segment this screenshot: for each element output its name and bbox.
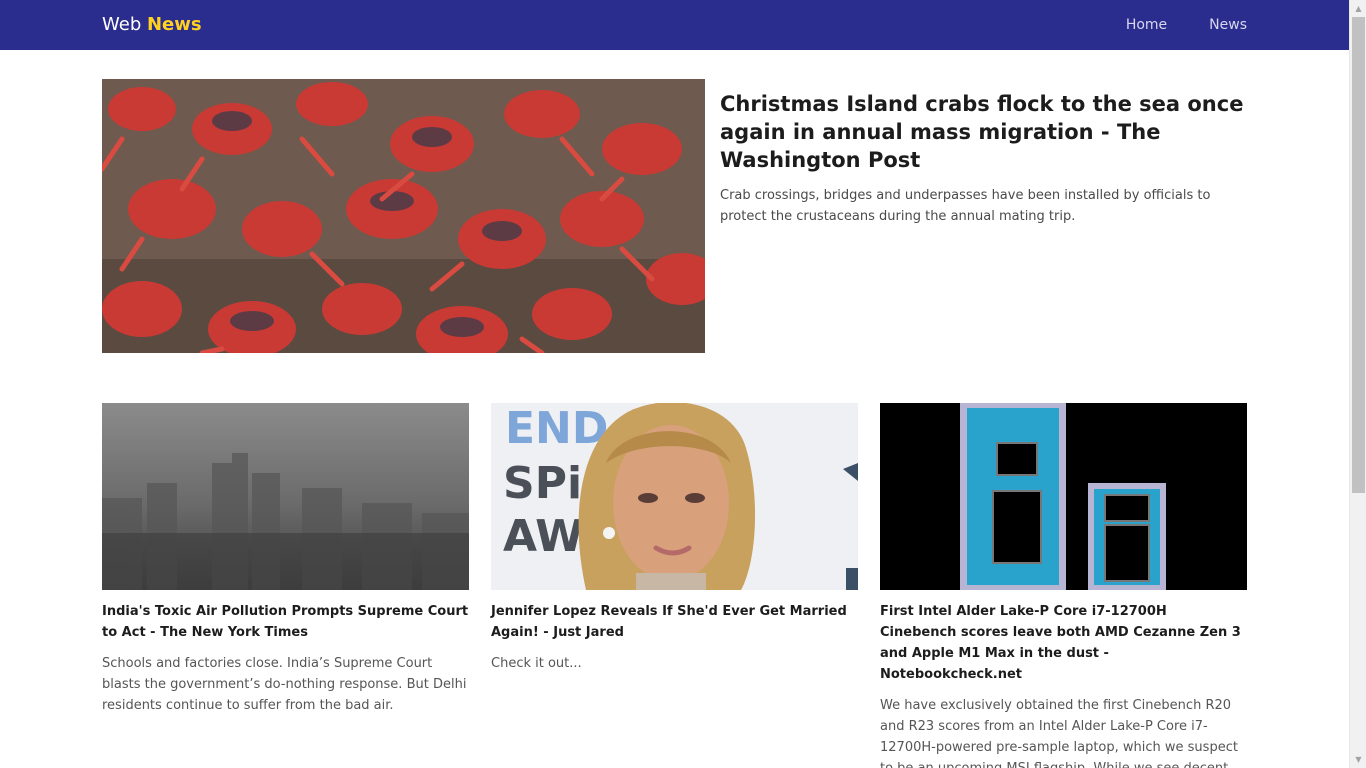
top-navbar: Web News Home News (0, 0, 1349, 50)
article-description: We have exclusively obtained the first C… (880, 698, 1238, 768)
article-title[interactable]: India's Toxic Air Pollution Prompts Supr… (102, 601, 469, 643)
article-card: First Intel Alder Lake-P Core i7-12700H … (880, 403, 1247, 768)
article-title[interactable]: Jennifer Lopez Reveals If She'd Ever Get… (491, 601, 858, 643)
scroll-thumb[interactable] (1352, 17, 1365, 493)
article-image-celebrity-portrait[interactable]: END SPi AWA (491, 403, 858, 590)
featured-image-crabs[interactable] (102, 79, 705, 353)
page: Web News Home News Christmas Island crab… (0, 0, 1366, 768)
scroll-down-arrow-icon[interactable]: ▼ (1350, 751, 1366, 768)
brand-logo[interactable]: Web News (102, 14, 202, 36)
nav-links: Home News (1126, 0, 1247, 50)
nav-link-home[interactable]: Home (1126, 17, 1167, 33)
article-card: India's Toxic Air Pollution Prompts Supr… (102, 403, 469, 716)
backdrop-text-line1: END (505, 403, 608, 454)
article-image-smog-city[interactable] (102, 403, 469, 590)
featured-article: Christmas Island crabs flock to the sea … (720, 90, 1250, 227)
article-image-intel-chips[interactable] (880, 403, 1247, 590)
nav-link-news[interactable]: News (1209, 17, 1247, 33)
scroll-up-arrow-icon[interactable]: ▲ (1350, 0, 1366, 17)
article-description: Check it out... (491, 656, 582, 671)
featured-description: Crab crossings, bridges and underpasses … (720, 188, 1211, 224)
brand-accent: News (146, 14, 202, 35)
brand-prefix: Web (102, 14, 142, 35)
article-description: Schools and factories close. India’s Sup… (102, 656, 467, 713)
page-scrollbar[interactable]: ▲ ▼ (1349, 0, 1366, 768)
article-card: END SPi AWA Jennifer Lopez Reveals If Sh… (491, 403, 858, 674)
backdrop-text-line2: SPi (503, 458, 582, 509)
article-title[interactable]: First Intel Alder Lake-P Core i7-12700H … (880, 601, 1247, 685)
featured-title[interactable]: Christmas Island crabs flock to the sea … (720, 90, 1250, 174)
